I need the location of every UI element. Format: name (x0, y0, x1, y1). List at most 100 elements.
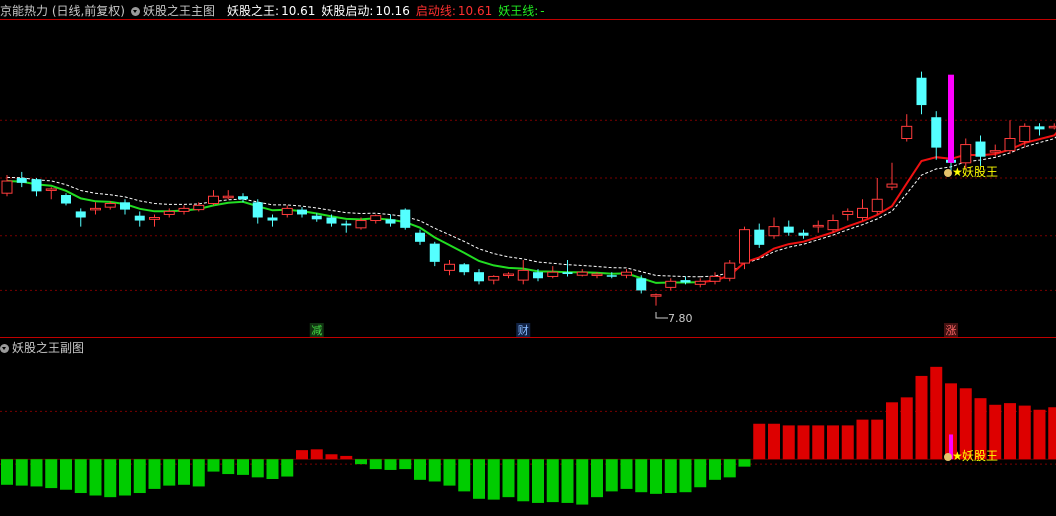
candle (208, 190, 219, 206)
start-marker-bar (948, 74, 954, 163)
sub-bar (163, 459, 176, 486)
sub-bar (561, 459, 574, 503)
candle-body (606, 275, 617, 277)
sub-bar (827, 425, 839, 460)
candle (238, 193, 248, 203)
money-bag-icon (944, 169, 952, 177)
sub-bar (414, 459, 426, 480)
candle-body (178, 207, 190, 212)
sub-bar (443, 459, 456, 486)
sub-bar (650, 459, 662, 494)
candle-body (503, 273, 514, 277)
sub-bar (30, 459, 43, 487)
candle-body (724, 262, 736, 279)
candle-body (739, 229, 750, 264)
chart-root: 京能热力 (日线,前复权) 妖股之王主图 妖股之王: 10.61 妖股启动: 10.16 启… (0, 0, 1056, 516)
sub-bar (222, 459, 235, 475)
candle-body (1034, 126, 1045, 130)
sub-bar (251, 459, 264, 478)
candle-body (533, 272, 543, 279)
sub-bar (148, 459, 161, 489)
sub-bar (281, 459, 294, 477)
candle (886, 162, 898, 191)
candle (975, 135, 986, 166)
main-signal-label: 妖股王 (962, 165, 998, 179)
candle (1048, 123, 1056, 130)
candle-body (916, 77, 927, 106)
sub-bar (723, 459, 736, 478)
sub-bar (664, 459, 677, 494)
candle-body (680, 280, 691, 283)
candle-body (488, 275, 500, 281)
candle-body (768, 226, 780, 237)
candle-body (857, 207, 868, 218)
sub-bar (738, 459, 751, 467)
candle (31, 178, 42, 197)
candle-body (665, 280, 677, 288)
candle-body (709, 275, 721, 282)
sub-bar (74, 459, 87, 494)
candle (385, 214, 396, 227)
chart-canvas[interactable]: 12.177.80减财涨★妖股王★妖股王 (0, 0, 1056, 516)
sub-bar (605, 459, 618, 492)
money-bag-icon (944, 453, 952, 461)
candle (665, 278, 677, 291)
candle-body (400, 209, 411, 228)
sub-bar (1004, 403, 1016, 460)
candle (267, 214, 278, 227)
sub-bar (871, 419, 884, 460)
candle-body (120, 202, 130, 210)
candle (444, 260, 455, 276)
sub-bar (310, 449, 323, 460)
candle-body (1, 180, 13, 194)
sub-bar (178, 459, 190, 485)
sub-bar (266, 459, 279, 480)
sub-bar (119, 459, 131, 496)
candle (163, 208, 175, 218)
candle-body (252, 202, 263, 218)
sub-bar (487, 459, 500, 500)
candle-body (370, 215, 382, 222)
sub-bar (915, 375, 928, 460)
candle (783, 220, 794, 236)
sub-bar (1, 459, 13, 485)
sub-bar (15, 459, 28, 486)
candle (916, 71, 927, 115)
candle (281, 205, 293, 218)
candle (429, 241, 440, 267)
candle-body (385, 219, 396, 224)
signal-label: 涨 (946, 324, 957, 337)
sub-bar (473, 459, 485, 499)
candle-body (621, 271, 632, 276)
sub-bar (546, 459, 559, 503)
candle-body (842, 210, 854, 215)
candle-body (281, 207, 293, 215)
candle-body (75, 211, 86, 218)
candle-body (134, 215, 145, 221)
candle-body (1004, 138, 1016, 152)
sub-bar (325, 454, 338, 460)
candle-body (591, 273, 603, 277)
signal-label: 财 (518, 323, 529, 337)
candle (621, 269, 632, 279)
candle-body (355, 220, 367, 229)
sub-bar (369, 459, 382, 470)
candle-body (636, 278, 647, 291)
sub-bar (428, 459, 441, 482)
sub-bar (458, 459, 471, 492)
candle (754, 223, 765, 248)
candle-body (149, 217, 160, 220)
candle-body (517, 269, 529, 281)
candle-body (104, 203, 116, 208)
candle (694, 278, 706, 288)
candle (400, 208, 411, 230)
signal-label: 减 (311, 324, 322, 337)
candle (474, 269, 484, 285)
sub-bar (60, 459, 72, 490)
candle-body (341, 223, 352, 226)
candle-body (886, 183, 898, 188)
red-line (700, 131, 1056, 284)
candle (149, 214, 160, 227)
low-price-pointer (655, 312, 668, 319)
candle (16, 171, 27, 188)
